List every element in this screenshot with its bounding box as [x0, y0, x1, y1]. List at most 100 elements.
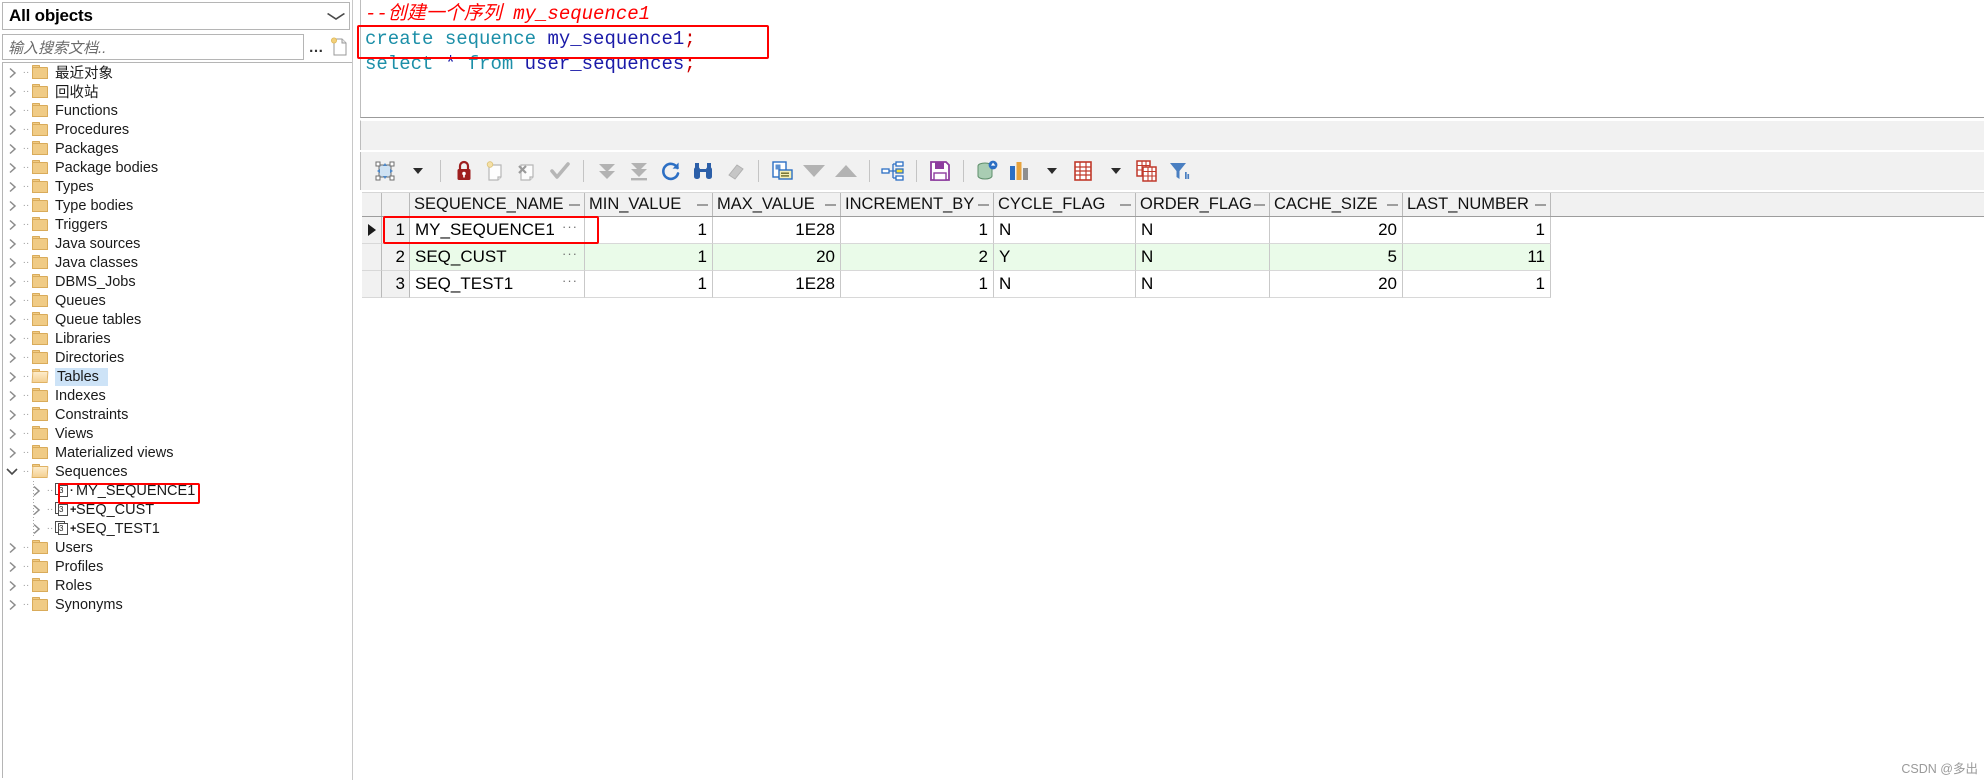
- tree-item-seq-cust[interactable]: ·· 3 + SEQ_CUST: [3, 500, 352, 519]
- chevron-right-icon[interactable]: [3, 390, 21, 402]
- chevron-right-icon[interactable]: [3, 542, 21, 554]
- cell-cycle_flag[interactable]: N: [994, 217, 1136, 244]
- move-down-icon[interactable]: [800, 156, 828, 186]
- grid-header-cycle_flag[interactable]: CYCLE_FLAG: [994, 193, 1136, 216]
- column-resize-grip[interactable]: [1387, 204, 1398, 206]
- chevron-right-icon[interactable]: [3, 314, 21, 326]
- cell-max_value[interactable]: 1E28: [713, 217, 841, 244]
- tree-item-tables[interactable]: ·· Tables: [3, 367, 352, 386]
- editor-grid-splitter[interactable]: [360, 120, 1984, 150]
- column-resize-grip[interactable]: [1120, 204, 1131, 206]
- grid-header-increment_by[interactable]: INCREMENT_BY: [841, 193, 994, 216]
- export-database-icon[interactable]: [973, 156, 1001, 186]
- cell-sequence_name[interactable]: SEQ_TEST1 ···: [410, 271, 585, 298]
- chevron-right-icon[interactable]: [3, 181, 21, 193]
- chevron-right-icon[interactable]: [27, 485, 45, 497]
- chevron-right-icon[interactable]: [3, 295, 21, 307]
- grid-dropdown-icon[interactable]: [1101, 156, 1129, 186]
- tree-item-procedures[interactable]: ·· Procedures: [3, 120, 352, 139]
- tree-item-queues[interactable]: ·· Queues: [3, 291, 352, 310]
- column-resize-grip[interactable]: [569, 204, 580, 206]
- grid-header-min_value[interactable]: MIN_VALUE: [585, 193, 713, 216]
- object-filter-dropdown[interactable]: All objects: [2, 2, 350, 30]
- row-indicator[interactable]: [362, 217, 382, 244]
- fetch-next-page-icon[interactable]: [593, 156, 621, 186]
- chevron-right-icon[interactable]: [27, 504, 45, 516]
- chevron-right-icon[interactable]: [3, 409, 21, 421]
- cell-increment_by[interactable]: 2: [841, 244, 994, 271]
- tree-item-directories[interactable]: ·· Directories: [3, 348, 352, 367]
- cell-order_flag[interactable]: N: [1136, 271, 1270, 298]
- chart-dropdown-icon[interactable]: [1037, 156, 1065, 186]
- chevron-right-icon[interactable]: [3, 86, 21, 98]
- find-binoculars-icon[interactable]: [689, 156, 717, 186]
- chevron-right-icon[interactable]: [3, 105, 21, 117]
- cell-editor-dots-icon[interactable]: ···: [562, 273, 578, 288]
- chevron-right-icon[interactable]: [3, 276, 21, 288]
- tree-item-queue-tables[interactable]: ·· Queue tables: [3, 310, 352, 329]
- chevron-right-icon[interactable]: [3, 200, 21, 212]
- column-resize-grip[interactable]: [697, 204, 708, 206]
- chevron-right-icon[interactable]: [3, 238, 21, 250]
- move-up-icon[interactable]: [832, 156, 860, 186]
- eraser-icon[interactable]: [721, 156, 749, 186]
- tree-item-synonyms[interactable]: ·· Synonyms: [3, 595, 352, 614]
- new-record-icon[interactable]: [482, 156, 510, 186]
- cell-cycle_flag[interactable]: Y: [994, 244, 1136, 271]
- result-grid[interactable]: SEQUENCE_NAME MIN_VALUE MAX_VALUE INCREMENT…: [362, 192, 1984, 780]
- cell-order_flag[interactable]: N: [1136, 244, 1270, 271]
- column-resize-grip[interactable]: [978, 204, 989, 206]
- tree-item-seq-test1[interactable]: ·· 3 + SEQ_TEST1: [3, 519, 352, 538]
- hierarchy-icon[interactable]: [879, 156, 907, 186]
- column-resize-grip[interactable]: [825, 204, 836, 206]
- select-mode-icon[interactable]: [371, 156, 399, 186]
- sql-editor[interactable]: --创建一个序列 my_sequence1 create sequence my_…: [360, 0, 1984, 118]
- lock-icon[interactable]: [450, 156, 478, 186]
- tree-item-indexes[interactable]: ·· Indexes: [3, 386, 352, 405]
- tree-item-libraries[interactable]: ·· Libraries: [3, 329, 352, 348]
- tree-item-views[interactable]: ·· Views: [3, 424, 352, 443]
- grid-header-sequence_name[interactable]: SEQUENCE_NAME: [410, 193, 585, 216]
- tree-item-[interactable]: ·· 最近对象: [3, 63, 352, 82]
- tree-item-users[interactable]: ·· Users: [3, 538, 352, 557]
- grid-header-max_value[interactable]: MAX_VALUE: [713, 193, 841, 216]
- tree-item-triggers[interactable]: ·· Triggers: [3, 215, 352, 234]
- table-row[interactable]: 1 MY_SEQUENCE1 ··· 1 1E28 1 N N 20 1: [362, 217, 1984, 244]
- row-indicator[interactable]: [362, 244, 382, 271]
- chevron-right-icon[interactable]: [3, 333, 21, 345]
- cell-last_number[interactable]: 1: [1403, 271, 1551, 298]
- cell-cache_size[interactable]: 5: [1270, 244, 1403, 271]
- delete-record-icon[interactable]: [514, 156, 542, 186]
- sql-line-3[interactable]: select * from user_sequences;: [365, 52, 1984, 77]
- cell-min_value[interactable]: 1: [585, 244, 713, 271]
- cell-cache_size[interactable]: 20: [1270, 271, 1403, 298]
- fetch-last-page-icon[interactable]: [625, 156, 653, 186]
- cell-cache_size[interactable]: 20: [1270, 217, 1403, 244]
- column-resize-grip[interactable]: [1535, 204, 1546, 206]
- chevron-right-icon[interactable]: [3, 561, 21, 573]
- tree-item-java-sources[interactable]: ·· Java sources: [3, 234, 352, 253]
- tree-item-type-bodies[interactable]: ·· Type bodies: [3, 196, 352, 215]
- sql-line-2[interactable]: create sequence my_sequence1;: [365, 27, 1984, 52]
- cell-sequence_name[interactable]: SEQ_CUST ···: [410, 244, 585, 271]
- single-record-view-icon[interactable]: [768, 156, 796, 186]
- grid-icon[interactable]: [1069, 156, 1097, 186]
- chevron-right-icon[interactable]: [3, 447, 21, 459]
- grid-header-order_flag[interactable]: ORDER_FLAG: [1136, 193, 1270, 216]
- cell-editor-dots-icon[interactable]: ···: [562, 219, 578, 234]
- copy-rows-icon[interactable]: [1133, 156, 1161, 186]
- tree-item-functions[interactable]: ·· Functions: [3, 101, 352, 120]
- cell-order_flag[interactable]: N: [1136, 217, 1270, 244]
- refresh-icon[interactable]: [657, 156, 685, 186]
- grid-header-cache_size[interactable]: CACHE_SIZE: [1270, 193, 1403, 216]
- cell-increment_by[interactable]: 1: [841, 271, 994, 298]
- chevron-right-icon[interactable]: [3, 352, 21, 364]
- tree-item-my-sequence1[interactable]: ·· 3 · MY_SEQUENCE1: [3, 481, 352, 500]
- row-indicator[interactable]: [362, 271, 382, 298]
- tree-item-sequences[interactable]: ·· Sequences: [3, 462, 352, 481]
- grid-header-blank[interactable]: [382, 193, 410, 216]
- chevron-right-icon[interactable]: [3, 143, 21, 155]
- tree-item-roles[interactable]: ·· Roles: [3, 576, 352, 595]
- chart-icon[interactable]: [1005, 156, 1033, 186]
- grid-header-blank[interactable]: [362, 193, 382, 216]
